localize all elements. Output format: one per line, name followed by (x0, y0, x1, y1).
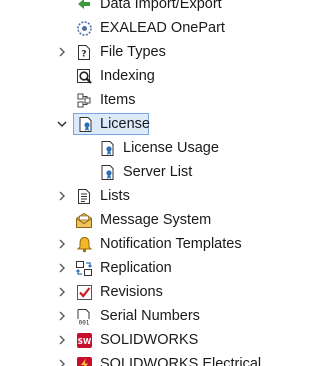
svg-text:001: 001 (78, 319, 89, 325)
tree-item-file-types[interactable]: ? File Types (0, 40, 333, 64)
indexing-icon (75, 67, 93, 85)
tree-item-label: Notification Templates (100, 236, 242, 252)
tree-item-serial-numbers[interactable]: 001 Serial Numbers (0, 304, 333, 328)
tree-item-indexing[interactable]: Indexing (0, 64, 333, 88)
chevron-right-icon[interactable] (56, 232, 68, 256)
tree-item-server-list[interactable]: Server List (0, 160, 333, 184)
tree-item-label: File Types (100, 44, 166, 60)
lists-icon (75, 187, 93, 205)
license-icon (77, 115, 95, 133)
tree-item-label: SOLIDWORKS (100, 332, 199, 348)
tree-item-notification-templates[interactable]: Notification Templates (0, 232, 333, 256)
license-usage-icon (99, 139, 117, 157)
tree-item-label: Revisions (100, 284, 163, 300)
tree-item-message-system[interactable]: Message System (0, 208, 333, 232)
bell-icon (75, 235, 93, 253)
chevron-right-icon[interactable] (56, 304, 68, 328)
svg-text:SW: SW (77, 337, 91, 346)
message-system-icon (75, 211, 93, 229)
exalead-icon (75, 19, 93, 37)
solidworks-icon: SW (75, 331, 93, 349)
chevron-right-icon[interactable] (56, 40, 68, 64)
solidworks-electrical-icon (75, 355, 93, 366)
chevron-right-icon[interactable] (56, 184, 68, 208)
replication-icon (75, 259, 93, 277)
tree-item-label: SOLIDWORKS Electrical (100, 356, 262, 366)
tree-item-replication[interactable]: Replication (0, 256, 333, 280)
tree-item-label: Items (100, 92, 136, 108)
tree-item-label: Server List (123, 164, 193, 180)
chevron-right-icon[interactable] (56, 352, 68, 366)
tree-item-data-import-export[interactable]: Data Import/Export (0, 0, 333, 16)
tree-item-solidworks[interactable]: SW SOLIDWORKS (0, 328, 333, 352)
tree-item-label: Message System (100, 212, 212, 228)
tree-item-revisions[interactable]: Revisions (0, 280, 333, 304)
tree-item-label: Serial Numbers (100, 308, 200, 324)
tree-item-label: Data Import/Export (100, 0, 222, 12)
tree-item-label: Indexing (100, 68, 155, 84)
chevron-right-icon[interactable] (56, 256, 68, 280)
chevron-right-icon[interactable] (56, 328, 68, 352)
tree-item-license-usage[interactable]: License Usage (0, 136, 333, 160)
svg-text:?: ? (81, 49, 86, 59)
revisions-icon (75, 283, 93, 301)
tree-item-label: License Usage (123, 140, 219, 156)
chevron-down-icon[interactable] (56, 112, 68, 136)
tree-item-label: Lists (100, 188, 130, 204)
tree-item-lists[interactable]: Lists (0, 184, 333, 208)
tree-item-label: Replication (100, 260, 172, 276)
tree-item-license[interactable]: License (0, 112, 333, 136)
items-icon (75, 91, 93, 109)
tree-item-exalead-onepart[interactable]: EXALEAD OnePart (0, 16, 333, 40)
file-types-icon: ? (75, 43, 93, 61)
import-export-icon (75, 0, 93, 13)
chevron-right-icon[interactable] (56, 280, 68, 304)
tree-item-label: EXALEAD OnePart (100, 20, 225, 36)
tree-item-label: License (100, 116, 150, 132)
tree-item-items[interactable]: Items (0, 88, 333, 112)
server-list-icon (99, 163, 117, 181)
tree-item-solidworks-electrical[interactable]: SOLIDWORKS Electrical (0, 352, 333, 366)
serial-numbers-icon: 001 (75, 307, 93, 325)
